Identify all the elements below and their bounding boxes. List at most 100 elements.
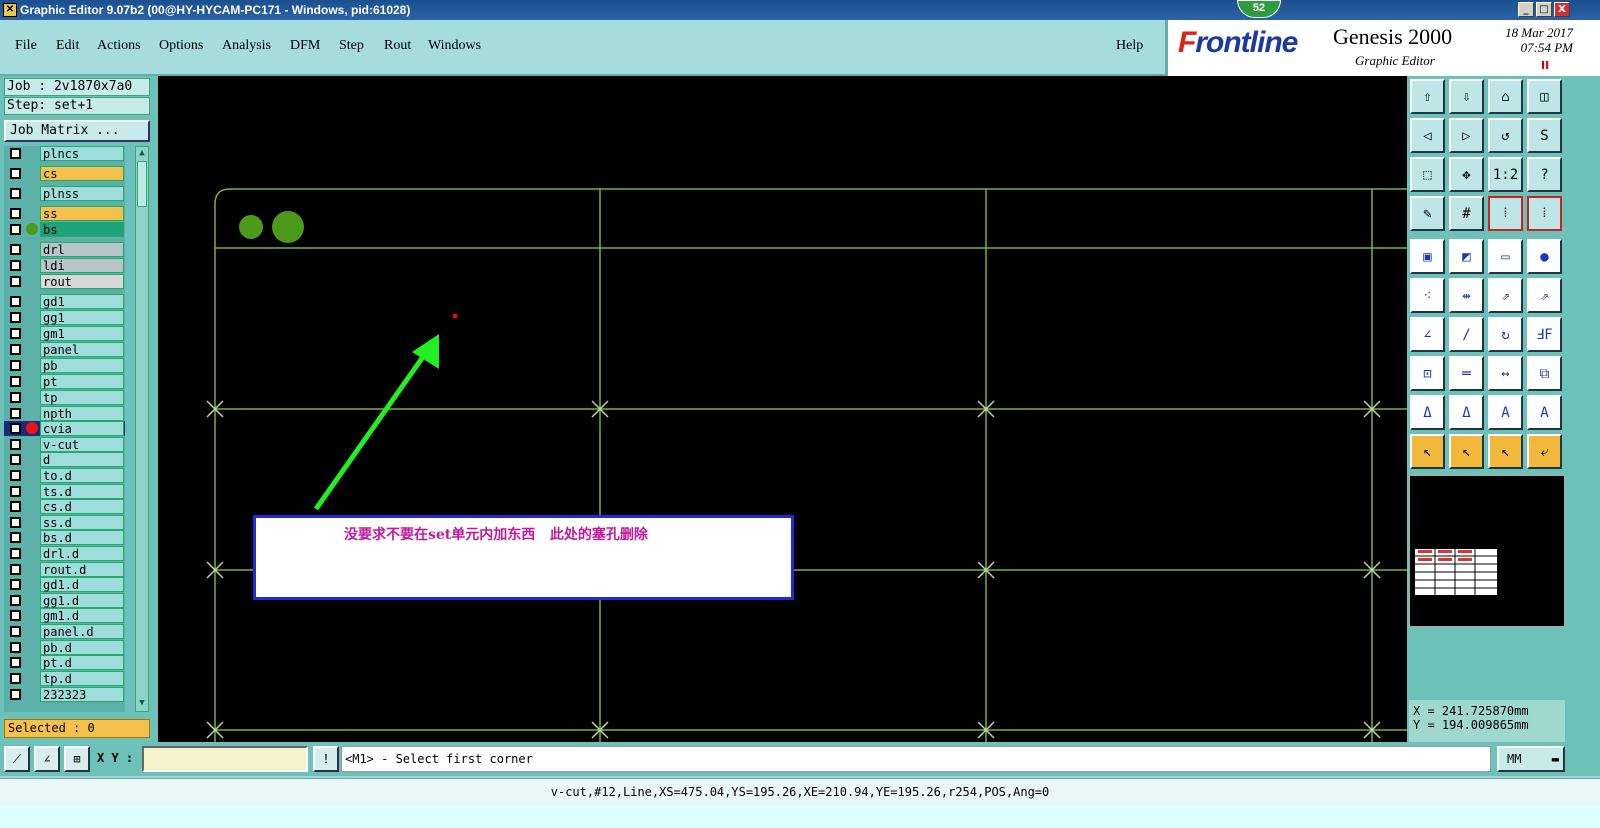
layer-row-bs-d[interactable]: bs.d: [4, 530, 125, 545]
a-tri3-icon[interactable]: A: [1488, 395, 1523, 430]
layer-checkbox[interactable]: [10, 376, 21, 387]
menu-edit[interactable]: Edit: [56, 38, 79, 54]
layer-name[interactable]: plncs: [40, 146, 124, 161]
cross-icon[interactable]: ⇹: [1449, 278, 1484, 313]
layer-row-drl[interactable]: drl: [4, 242, 125, 257]
zoom-center-icon[interactable]: ✥: [1449, 157, 1484, 192]
circle-icon[interactable]: ●: [1527, 239, 1562, 274]
layer-checkbox[interactable]: [10, 244, 21, 255]
layer-checkbox[interactable]: [10, 392, 21, 403]
units-select[interactable]: MM ▬: [1497, 746, 1565, 772]
layer-name[interactable]: ss: [40, 206, 124, 221]
menu-step[interactable]: Step: [339, 38, 364, 54]
layer-name[interactable]: pt.d: [40, 655, 124, 670]
layer-name[interactable]: tp.d: [40, 671, 124, 686]
layer-checkbox[interactable]: [10, 328, 21, 339]
layer-checkbox[interactable]: [10, 610, 21, 621]
layer-row-d[interactable]: d: [4, 452, 125, 467]
line-icon[interactable]: /: [1449, 317, 1484, 352]
layers-red-icon[interactable]: ⁞: [1488, 196, 1523, 231]
grid-tools-icon[interactable]: ✎: [1410, 196, 1445, 231]
cursor-route-icon[interactable]: ⤶: [1527, 434, 1562, 469]
layer-name[interactable]: gg1: [40, 310, 124, 325]
scroll-thumb[interactable]: [137, 161, 147, 207]
angle-snap-icon[interactable]: ∠: [34, 746, 60, 772]
layer-row-panel[interactable]: panel: [4, 342, 125, 357]
layer-name[interactable]: drl: [40, 242, 124, 257]
layer-name[interactable]: pb: [40, 358, 124, 373]
layer-row-gm1[interactable]: gm1: [4, 326, 125, 341]
pan-left-icon[interactable]: ◁: [1410, 118, 1445, 153]
angle-icon[interactable]: ∠: [1410, 317, 1445, 352]
layer-row-232323[interactable]: 232323: [4, 687, 125, 702]
scroll-down-icon[interactable]: ▼: [137, 698, 147, 710]
layer-checkbox[interactable]: [10, 148, 21, 159]
layer-name[interactable]: ts.d: [40, 484, 124, 499]
job-matrix-button[interactable]: Job Matrix ...: [4, 120, 150, 142]
layer-name[interactable]: ss.d: [40, 515, 124, 530]
layer-row-ss-d[interactable]: ss.d: [4, 515, 125, 530]
layer-name[interactable]: bs: [40, 222, 124, 237]
layer-checkbox[interactable]: [10, 423, 21, 434]
a-tri-icon[interactable]: Δ: [1410, 395, 1445, 430]
menu-rout[interactable]: Rout: [384, 38, 411, 54]
layer-row-plncs[interactable]: plncs: [4, 146, 125, 161]
layer-name[interactable]: plnss: [40, 186, 124, 201]
layer-row-v-cut[interactable]: v-cut: [4, 437, 125, 452]
layer-row-gd1[interactable]: gd1: [4, 294, 125, 309]
layer-name[interactable]: npth: [40, 406, 124, 421]
grid-snap-icon[interactable]: ⊞: [64, 746, 90, 772]
pad-icon[interactable]: ▣: [1410, 239, 1445, 274]
layer-checkbox[interactable]: [10, 360, 21, 371]
a-tri4-icon[interactable]: A: [1527, 395, 1562, 430]
layer-row-gg1-d[interactable]: gg1.d: [4, 593, 125, 608]
layer-row-pb[interactable]: pb: [4, 358, 125, 373]
grid-icon[interactable]: #: [1449, 196, 1484, 231]
layer-name[interactable]: pt: [40, 374, 124, 389]
help-icon[interactable]: ?: [1527, 157, 1562, 192]
layer-scrollbar[interactable]: ▲ ▼: [135, 146, 149, 712]
menu-analysis[interactable]: Analysis: [222, 38, 271, 54]
node-icon[interactable]: ⁖: [1410, 278, 1445, 313]
layer-row-plnss[interactable]: plnss: [4, 186, 125, 201]
layer-checkbox[interactable]: [10, 276, 21, 287]
layer-checkbox[interactable]: [10, 532, 21, 543]
layer-row-gm1-d[interactable]: gm1.d: [4, 608, 125, 623]
layer-name[interactable]: tp: [40, 390, 124, 405]
layer-checkbox[interactable]: [10, 260, 21, 271]
layer-name[interactable]: cs.d: [40, 499, 124, 514]
zoom-fit-icon[interactable]: ⬚: [1410, 157, 1445, 192]
rotate-icon[interactable]: ↺: [1488, 118, 1523, 153]
layer-name[interactable]: gg1.d: [40, 593, 124, 608]
layer-row-bs[interactable]: bs: [4, 222, 125, 237]
layer-name[interactable]: d: [40, 452, 124, 467]
step-down-icon[interactable]: ⇩: [1449, 79, 1484, 114]
layer-checkbox[interactable]: [10, 296, 21, 307]
layer-row-panel-d[interactable]: panel.d: [4, 624, 125, 639]
gap-icon[interactable]: ↔: [1488, 356, 1523, 391]
point-icon[interactable]: ⇗: [1488, 278, 1523, 313]
xy-input[interactable]: [142, 746, 308, 772]
layer-name[interactable]: ldi: [40, 258, 124, 273]
menu-actions[interactable]: Actions: [97, 38, 141, 54]
layer-checkbox[interactable]: [10, 486, 21, 497]
layer-checkbox[interactable]: [10, 657, 21, 668]
layer-row-rout[interactable]: rout: [4, 274, 125, 289]
layer-name[interactable]: panel: [40, 342, 124, 357]
layer-name[interactable]: gd1: [40, 294, 124, 309]
layer-row-tp-d[interactable]: tp.d: [4, 671, 125, 686]
layer-checkbox[interactable]: [10, 595, 21, 606]
notification-badge[interactable]: 52: [1237, 0, 1281, 18]
layer-row-cvia[interactable]: cvia: [4, 421, 125, 436]
layer-name[interactable]: v-cut: [40, 437, 124, 452]
layers-red2-icon[interactable]: ⁞: [1527, 196, 1562, 231]
layer-checkbox[interactable]: [10, 626, 21, 637]
layer-name[interactable]: to.d: [40, 468, 124, 483]
ruler-icon[interactable]: ▭: [1488, 239, 1523, 274]
arc-icon[interactable]: ↻: [1488, 317, 1523, 352]
layer-checkbox[interactable]: [10, 224, 21, 235]
menu-dfm[interactable]: DFM: [290, 38, 320, 54]
home-icon[interactable]: ⌂: [1488, 79, 1523, 114]
s-icon[interactable]: S: [1527, 118, 1562, 153]
layer-checkbox[interactable]: [10, 548, 21, 559]
